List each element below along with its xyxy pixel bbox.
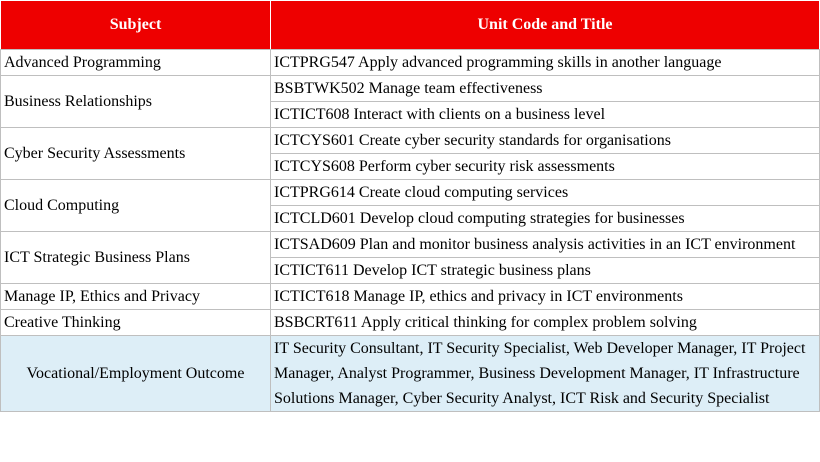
subject-column-header: Subject	[0, 0, 271, 50]
unit-column-header: Unit Code and Title	[270, 0, 820, 50]
unit-cell: ICTICT611 Develop ICT strategic business…	[270, 257, 820, 284]
table-row: Cyber Security Assessments ICTCYS601 Cre…	[0, 127, 820, 180]
subject-cell: Manage IP, Ethics and Privacy	[0, 283, 271, 310]
unit-cell: BSBTWK502 Manage team effectiveness	[270, 75, 820, 102]
subject-cell: Creative Thinking	[0, 309, 271, 336]
subject-cell: ICT Strategic Business Plans	[0, 231, 271, 284]
subject-cell: Cloud Computing	[0, 179, 271, 232]
table-row: Cloud Computing ICTPRG614 Create cloud c…	[0, 179, 820, 232]
unit-cell: ICTPRG614 Create cloud computing service…	[270, 179, 820, 206]
subject-cell: Advanced Programming	[0, 49, 271, 76]
unit-cell: ICTPRG547 Apply advanced programming ski…	[270, 49, 820, 76]
subject-cell: Business Relationships	[0, 75, 271, 128]
table-row: Advanced Programming ICTPRG547 Apply adv…	[0, 49, 820, 76]
unit-cell: ICTCYS601 Create cyber security standard…	[270, 127, 820, 154]
unit-cell: ICTSAD609 Plan and monitor business anal…	[270, 231, 820, 258]
table-row: Creative Thinking BSBCRT611 Apply critic…	[0, 309, 820, 336]
subject-cell: Cyber Security Assessments	[0, 127, 271, 180]
unit-cell: ICTCLD601 Develop cloud computing strate…	[270, 205, 820, 232]
outcome-row: Vocational/Employment Outcome IT Securit…	[0, 335, 820, 412]
unit-cell: ICTICT618 Manage IP, ethics and privacy …	[270, 283, 820, 310]
header-row: Subject Unit Code and Title	[0, 0, 820, 50]
unit-cell: ICTCYS608 Perform cyber security risk as…	[270, 153, 820, 180]
table-row: ICT Strategic Business Plans ICTSAD609 P…	[0, 231, 820, 284]
outcome-text-cell: IT Security Consultant, IT Security Spec…	[270, 335, 820, 412]
table-row: Business Relationships BSBTWK502 Manage …	[0, 75, 820, 128]
outcome-subject-cell: Vocational/Employment Outcome	[0, 335, 271, 412]
unit-cell: BSBCRT611 Apply critical thinking for co…	[270, 309, 820, 336]
unit-cell: ICTICT608 Interact with clients on a bus…	[270, 101, 820, 128]
units-table: Subject Unit Code and Title Advanced Pro…	[0, 0, 820, 412]
table-row: Manage IP, Ethics and Privacy ICTICT618 …	[0, 283, 820, 310]
